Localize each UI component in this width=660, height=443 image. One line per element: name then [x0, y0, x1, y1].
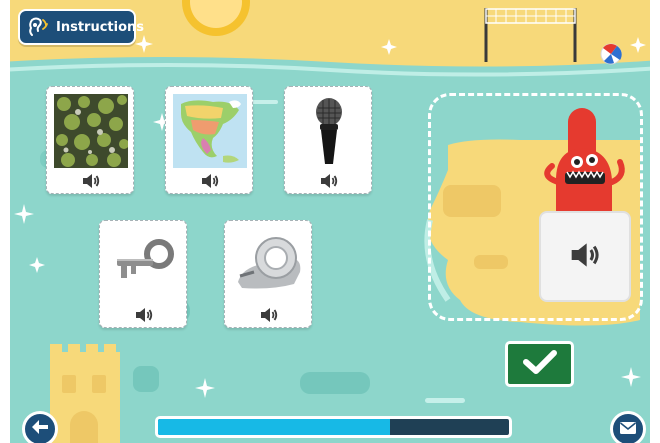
speaker-icon[interactable] [319, 172, 339, 190]
speaker-icon[interactable] [81, 172, 101, 190]
picture-card-microphone[interactable] [284, 86, 372, 194]
check-answer-button[interactable] [505, 341, 574, 387]
sand-castle-icon [50, 344, 120, 443]
back-button[interactable] [22, 411, 58, 443]
speaker-icon [568, 240, 602, 274]
instructions-label: Instructions [56, 19, 145, 35]
picture-card-moss-rocks[interactable] [46, 86, 134, 194]
tape-dispenser-image [232, 228, 306, 302]
checkmark-icon [522, 349, 557, 379]
instructions-button[interactable]: Instructions [18, 9, 144, 45]
ear-sound-icon [26, 15, 50, 39]
target-audio-card[interactable] [539, 211, 631, 302]
picture-card-tape[interactable] [224, 220, 312, 328]
speaker-icon[interactable] [259, 306, 279, 324]
moss-rocks-image [54, 94, 128, 168]
mail-button[interactable] [610, 411, 646, 443]
beach-ball-icon [600, 43, 622, 65]
speaker-icon[interactable] [134, 306, 154, 324]
north-america-map-image [173, 94, 247, 168]
game-stage: Instructions [0, 0, 660, 443]
envelope-icon [619, 420, 637, 439]
microphone-image [292, 94, 366, 168]
progress-bar [155, 416, 512, 438]
progress-fill [158, 419, 390, 435]
speaker-icon[interactable] [200, 172, 220, 190]
picture-card-map[interactable] [165, 86, 253, 194]
picture-card-key[interactable] [99, 220, 187, 328]
key-image [107, 228, 181, 302]
arrow-left-icon [31, 419, 49, 439]
